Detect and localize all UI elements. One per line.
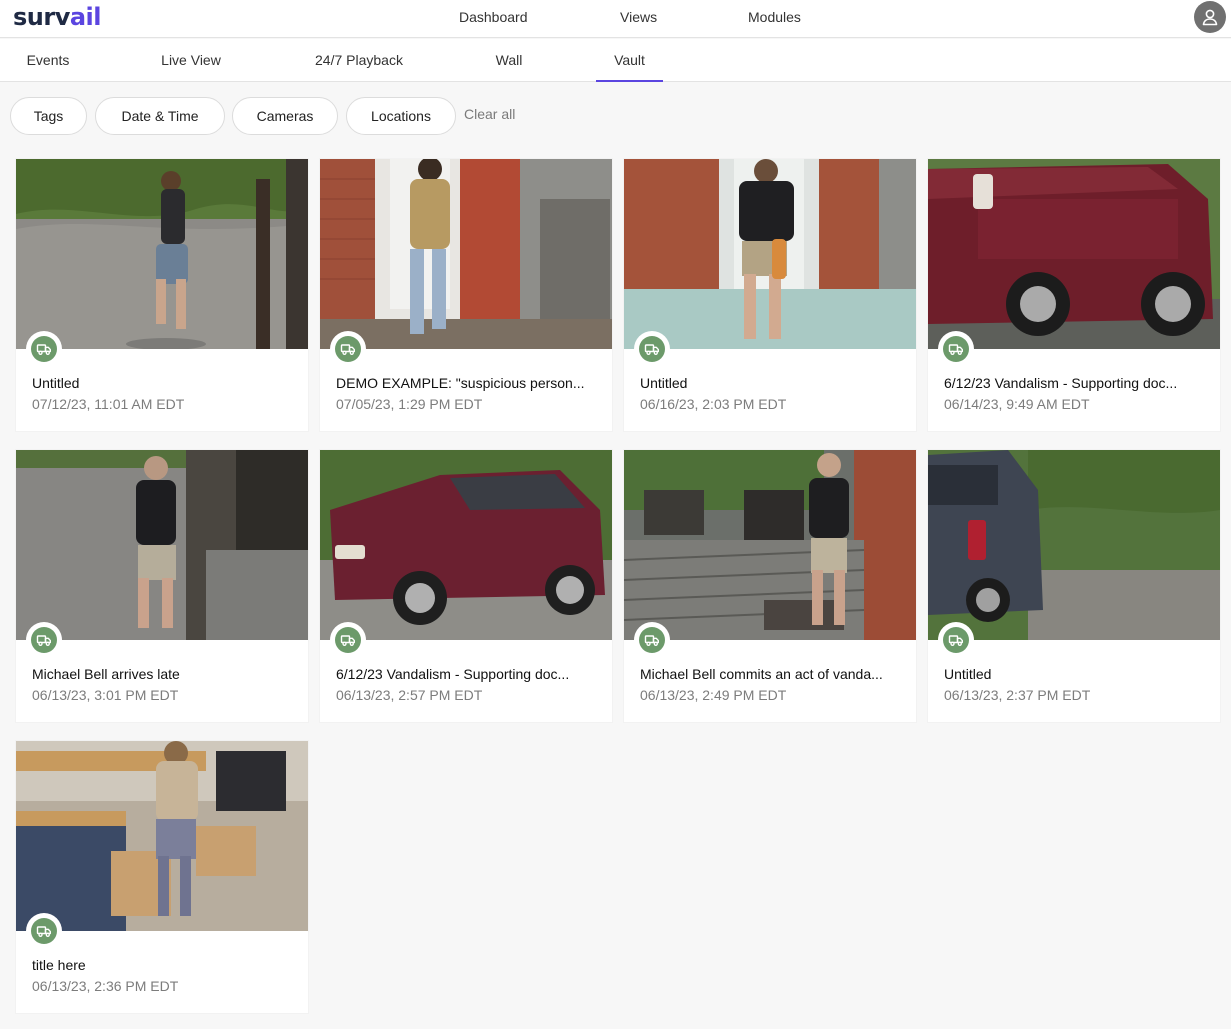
- tab-vault[interactable]: Vault: [596, 39, 663, 82]
- survail-logo[interactable]: survail: [13, 3, 102, 31]
- clip-badge: [938, 331, 974, 367]
- filter-tags[interactable]: Tags: [10, 97, 87, 135]
- topnav-modules[interactable]: Modules: [748, 9, 801, 25]
- truck-icon: [36, 923, 52, 939]
- vault-card[interactable]: 6/12/23 Vandalism - Supporting doc... 06…: [320, 450, 612, 722]
- tab-events[interactable]: Events: [10, 39, 86, 82]
- vault-card[interactable]: Michael Bell commits an act of vanda... …: [624, 450, 916, 722]
- clip-badge: [26, 331, 62, 367]
- truck-icon: [644, 341, 660, 357]
- vault-card[interactable]: Michael Bell arrives late 06/13/23, 3:01…: [16, 450, 308, 722]
- logo-text-b: ail: [69, 3, 102, 31]
- card-title: DEMO EXAMPLE: "suspicious person...: [336, 375, 585, 391]
- truck-icon: [340, 632, 356, 648]
- topnav-views[interactable]: Views: [620, 9, 657, 25]
- vault-card[interactable]: Untitled 06/13/23, 2:37 PM EDT: [928, 450, 1220, 722]
- clear-all-button[interactable]: Clear all: [464, 106, 515, 122]
- top-bar: survail Dashboard Views Modules: [0, 0, 1231, 38]
- clip-thumbnail: [624, 450, 916, 640]
- card-date: 07/12/23, 11:01 AM EDT: [32, 396, 185, 412]
- filter-date-time[interactable]: Date & Time: [95, 97, 225, 135]
- filter-cameras[interactable]: Cameras: [232, 97, 338, 135]
- clip-badge: [634, 331, 670, 367]
- card-title: Untitled: [944, 666, 992, 682]
- clip-thumbnail: [624, 159, 916, 349]
- card-title: title here: [32, 957, 86, 973]
- clip-thumbnail: [16, 741, 308, 931]
- clip-thumbnail: [320, 450, 612, 640]
- card-title: 6/12/23 Vandalism - Supporting doc...: [336, 666, 570, 682]
- clip-badge: [26, 622, 62, 658]
- clip-badge: [330, 331, 366, 367]
- card-date: 06/13/23, 2:36 PM EDT: [32, 978, 179, 994]
- card-title: Michael Bell arrives late: [32, 666, 180, 682]
- card-title: Michael Bell commits an act of vanda...: [640, 666, 883, 682]
- card-date: 06/13/23, 2:37 PM EDT: [944, 687, 1091, 703]
- card-date: 06/16/23, 2:03 PM EDT: [640, 396, 787, 412]
- card-title: Untitled: [32, 375, 80, 391]
- card-date: 06/13/23, 3:01 PM EDT: [32, 687, 179, 703]
- clip-thumbnail: [928, 450, 1220, 640]
- truck-icon: [340, 341, 356, 357]
- card-date: 06/14/23, 9:49 AM EDT: [944, 396, 1090, 412]
- logo-text-a: surv: [13, 3, 70, 31]
- truck-icon: [36, 341, 52, 357]
- tab-wall[interactable]: Wall: [476, 39, 542, 82]
- clip-thumbnail: [928, 159, 1220, 349]
- clip-badge: [938, 622, 974, 658]
- card-title: Untitled: [640, 375, 688, 391]
- vault-card[interactable]: Untitled 06/16/23, 2:03 PM EDT: [624, 159, 916, 431]
- tab-live-view[interactable]: Live View: [140, 39, 242, 82]
- topnav-dashboard[interactable]: Dashboard: [459, 9, 528, 25]
- clip-badge: [26, 913, 62, 949]
- clip-thumbnail: [16, 159, 308, 349]
- card-date: 06/13/23, 2:57 PM EDT: [336, 687, 483, 703]
- card-date: 07/05/23, 1:29 PM EDT: [336, 396, 483, 412]
- truck-icon: [948, 341, 964, 357]
- vault-card[interactable]: DEMO EXAMPLE: "suspicious person... 07/0…: [320, 159, 612, 431]
- truck-icon: [948, 632, 964, 648]
- clip-badge: [330, 622, 366, 658]
- tab-247-playback[interactable]: 24/7 Playback: [298, 39, 420, 82]
- clip-thumbnail: [16, 450, 308, 640]
- truck-icon: [36, 632, 52, 648]
- vault-card[interactable]: 6/12/23 Vandalism - Supporting doc... 06…: [928, 159, 1220, 431]
- clip-badge: [634, 622, 670, 658]
- tab-bar: Events Live View 24/7 Playback Wall Vaul…: [0, 39, 1231, 82]
- truck-icon: [644, 632, 660, 648]
- filter-locations[interactable]: Locations: [346, 97, 456, 135]
- clip-thumbnail: [320, 159, 612, 349]
- vault-card[interactable]: title here 06/13/23, 2:36 PM EDT: [16, 741, 308, 1013]
- card-title: 6/12/23 Vandalism - Supporting doc...: [944, 375, 1178, 391]
- user-avatar[interactable]: [1194, 1, 1226, 33]
- card-date: 06/13/23, 2:49 PM EDT: [640, 687, 787, 703]
- vault-card[interactable]: Untitled 07/12/23, 11:01 AM EDT: [16, 159, 308, 431]
- user-icon: [1202, 9, 1218, 26]
